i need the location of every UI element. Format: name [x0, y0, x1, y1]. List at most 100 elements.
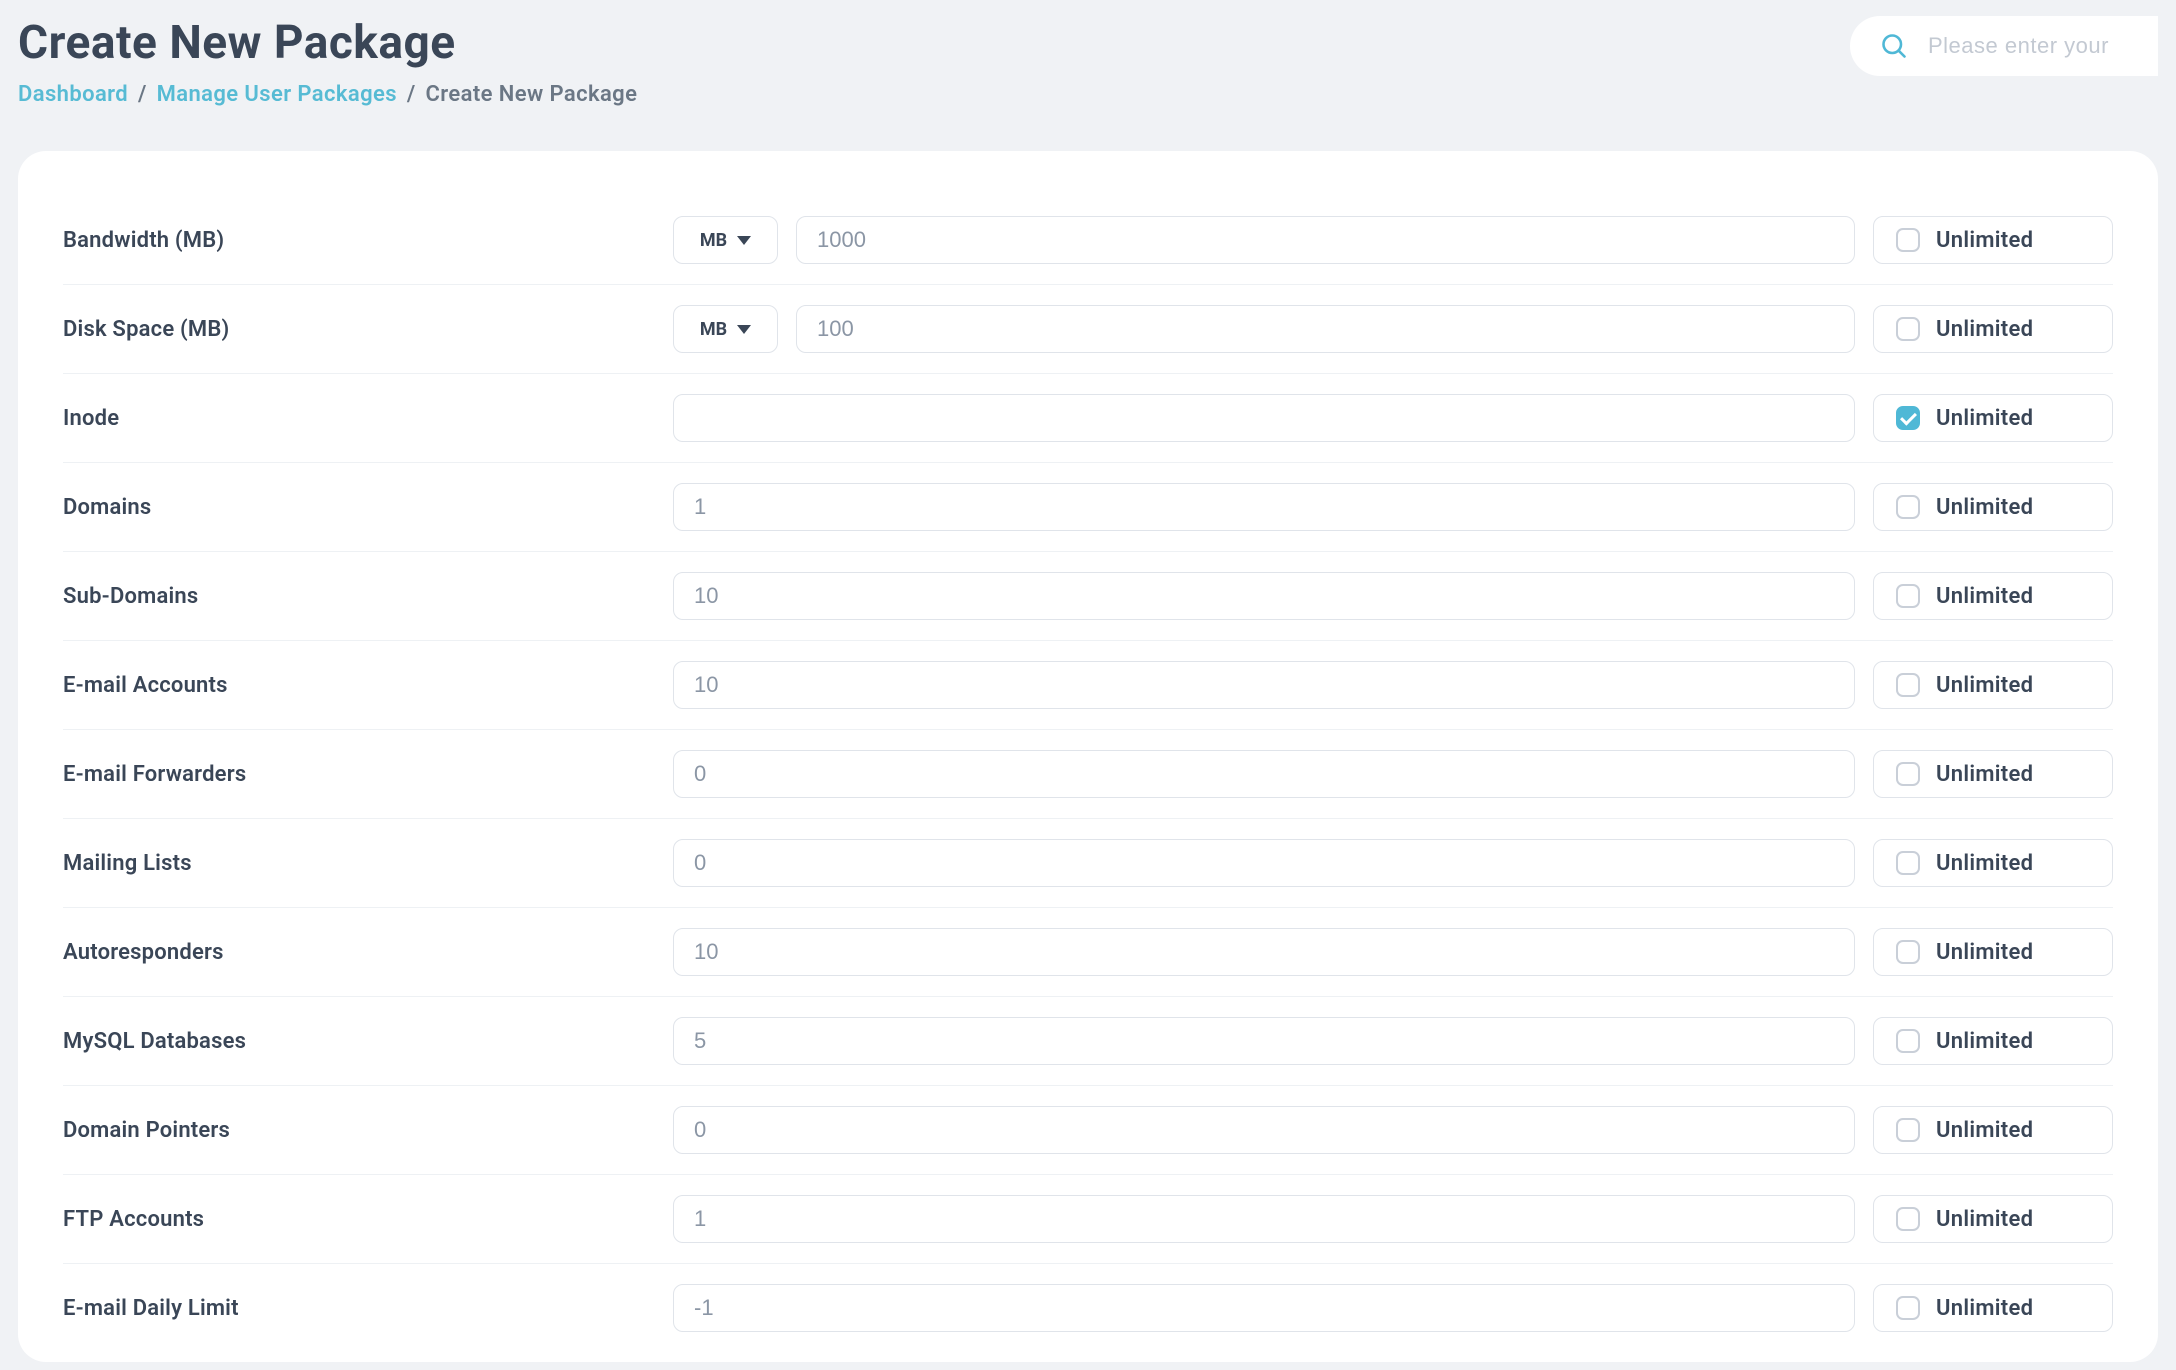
label-diskspace: Disk Space (MB)	[63, 317, 673, 342]
input-mysql[interactable]	[673, 1017, 1855, 1065]
unlimited-label: Unlimited	[1936, 673, 2033, 698]
unlimited-label: Unlimited	[1936, 584, 2033, 609]
unlimited-label: Unlimited	[1936, 1029, 2033, 1054]
unlimited-toggle-domains[interactable]: Unlimited	[1873, 483, 2113, 531]
unit-label: MB	[700, 319, 727, 340]
label-autoresponders: Autoresponders	[63, 940, 673, 965]
checkbox-icon	[1896, 762, 1920, 786]
unlimited-toggle-email_fwd[interactable]: Unlimited	[1873, 750, 2113, 798]
title-area: Create New Package Dashboard / Manage Us…	[18, 10, 637, 107]
breadcrumb-current: Create New Package	[426, 82, 638, 107]
unlimited-toggle-autoresponders[interactable]: Unlimited	[1873, 928, 2113, 976]
unlimited-label: Unlimited	[1936, 228, 2033, 253]
row-email_daily: E-mail Daily Limit Unlimited	[63, 1264, 2113, 1352]
unit-select-diskspace[interactable]: MB	[673, 305, 778, 353]
input-email_fwd[interactable]	[673, 750, 1855, 798]
input-col-subdomains: Unlimited	[673, 572, 2113, 620]
checkbox-icon	[1896, 1118, 1920, 1142]
input-subdomains[interactable]	[673, 572, 1855, 620]
unlimited-label: Unlimited	[1936, 1207, 2033, 1232]
input-email_daily[interactable]	[673, 1284, 1855, 1332]
unlimited-toggle-diskspace[interactable]: Unlimited	[1873, 305, 2113, 353]
search-input[interactable]	[1928, 33, 2128, 59]
label-email_fwd: E-mail Forwarders	[63, 762, 673, 787]
unlimited-label: Unlimited	[1936, 1296, 2033, 1321]
label-email_accounts: E-mail Accounts	[63, 673, 673, 698]
unlimited-label: Unlimited	[1936, 762, 2033, 787]
unlimited-label: Unlimited	[1936, 1118, 2033, 1143]
unlimited-toggle-mysql[interactable]: Unlimited	[1873, 1017, 2113, 1065]
unlimited-toggle-inode[interactable]: Unlimited	[1873, 394, 2113, 442]
checkbox-icon	[1896, 495, 1920, 519]
unlimited-toggle-email_daily[interactable]: Unlimited	[1873, 1284, 2113, 1332]
row-inode: Inode Unlimited	[63, 374, 2113, 463]
search-icon	[1880, 32, 1908, 60]
checkbox-icon	[1896, 1029, 1920, 1053]
row-email_accounts: E-mail Accounts Unlimited	[63, 641, 2113, 730]
breadcrumb-sep: /	[407, 82, 416, 107]
input-col-domains: Unlimited	[673, 483, 2113, 531]
input-pointers[interactable]	[673, 1106, 1855, 1154]
unlimited-toggle-pointers[interactable]: Unlimited	[1873, 1106, 2113, 1154]
unlimited-label: Unlimited	[1936, 495, 2033, 520]
unit-select-bandwidth[interactable]: MB	[673, 216, 778, 264]
input-ftp[interactable]	[673, 1195, 1855, 1243]
label-domains: Domains	[63, 495, 673, 520]
label-email_daily: E-mail Daily Limit	[63, 1296, 673, 1321]
page-title: Create New Package	[18, 16, 637, 70]
unlimited-label: Unlimited	[1936, 317, 2033, 342]
breadcrumb-manage[interactable]: Manage User Packages	[157, 82, 397, 107]
row-mysql: MySQL Databases Unlimited	[63, 997, 2113, 1086]
checkbox-icon	[1896, 1296, 1920, 1320]
input-domains[interactable]	[673, 483, 1855, 531]
breadcrumb-sep: /	[138, 82, 147, 107]
unlimited-label: Unlimited	[1936, 940, 2033, 965]
chevron-down-icon	[737, 325, 751, 334]
input-col-mysql: Unlimited	[673, 1017, 2113, 1065]
input-autoresponders[interactable]	[673, 928, 1855, 976]
input-col-email_accounts: Unlimited	[673, 661, 2113, 709]
row-email_fwd: E-mail Forwarders Unlimited	[63, 730, 2113, 819]
input-col-diskspace: MB Unlimited	[673, 305, 2113, 353]
row-autoresponders: Autoresponders Unlimited	[63, 908, 2113, 997]
input-col-mailing_lists: Unlimited	[673, 839, 2113, 887]
checkbox-icon	[1896, 228, 1920, 252]
label-ftp: FTP Accounts	[63, 1207, 673, 1232]
unlimited-toggle-mailing_lists[interactable]: Unlimited	[1873, 839, 2113, 887]
label-mailing_lists: Mailing Lists	[63, 851, 673, 876]
input-col-ftp: Unlimited	[673, 1195, 2113, 1243]
checkbox-icon	[1896, 940, 1920, 964]
breadcrumb-dashboard[interactable]: Dashboard	[18, 82, 128, 107]
topbar: Create New Package Dashboard / Manage Us…	[0, 0, 2176, 107]
row-domains: Domains Unlimited	[63, 463, 2113, 552]
checkbox-icon	[1896, 673, 1920, 697]
chevron-down-icon	[737, 236, 751, 245]
input-col-bandwidth: MB Unlimited	[673, 216, 2113, 264]
input-inode	[673, 394, 1855, 442]
label-bandwidth: Bandwidth (MB)	[63, 228, 673, 253]
row-subdomains: Sub-Domains Unlimited	[63, 552, 2113, 641]
input-diskspace[interactable]	[796, 305, 1855, 353]
row-mailing_lists: Mailing Lists Unlimited	[63, 819, 2113, 908]
unlimited-label: Unlimited	[1936, 406, 2033, 431]
input-bandwidth[interactable]	[796, 216, 1855, 264]
input-mailing_lists[interactable]	[673, 839, 1855, 887]
checkbox-icon	[1896, 406, 1920, 430]
input-col-pointers: Unlimited	[673, 1106, 2113, 1154]
label-mysql: MySQL Databases	[63, 1029, 673, 1054]
row-ftp: FTP Accounts Unlimited	[63, 1175, 2113, 1264]
row-bandwidth: Bandwidth (MB)MB Unlimited	[63, 196, 2113, 285]
input-email_accounts[interactable]	[673, 661, 1855, 709]
unlimited-toggle-ftp[interactable]: Unlimited	[1873, 1195, 2113, 1243]
row-pointers: Domain PointersUnlimited	[63, 1086, 2113, 1175]
label-subdomains: Sub-Domains	[63, 584, 673, 609]
row-diskspace: Disk Space (MB) MB Unlimited	[63, 285, 2113, 374]
form-panel: Bandwidth (MB)MBUnlimitedDisk Space (MB)…	[18, 151, 2158, 1362]
input-col-email_fwd: Unlimited	[673, 750, 2113, 798]
unlimited-toggle-email_accounts[interactable]: Unlimited	[1873, 661, 2113, 709]
unlimited-toggle-subdomains[interactable]: Unlimited	[1873, 572, 2113, 620]
checkbox-icon	[1896, 851, 1920, 875]
search-box[interactable]	[1850, 16, 2158, 76]
label-inode: Inode	[63, 406, 673, 431]
unlimited-toggle-bandwidth[interactable]: Unlimited	[1873, 216, 2113, 264]
